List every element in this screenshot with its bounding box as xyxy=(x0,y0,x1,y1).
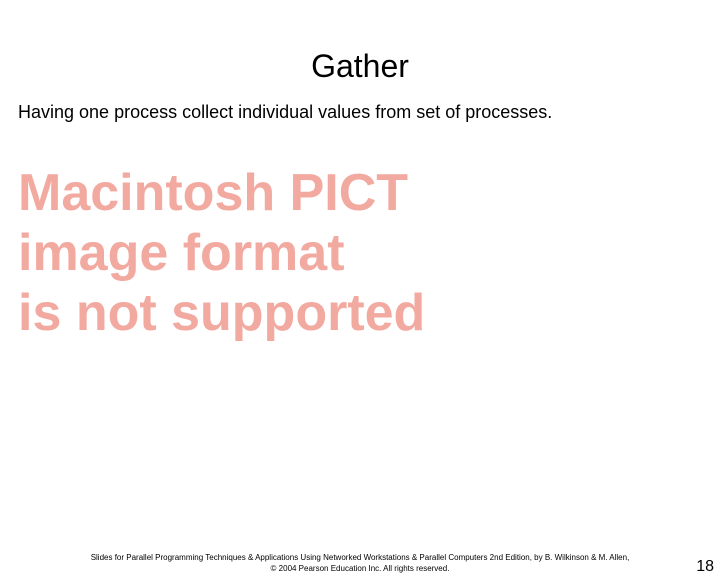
footer-line-1: Slides for Parallel Programming Techniqu… xyxy=(40,553,680,563)
pict-placeholder: Macintosh PICT image format is not suppo… xyxy=(18,164,720,343)
page-number: 18 xyxy=(696,558,714,576)
placeholder-line-2: image format xyxy=(18,224,720,284)
slide-body-text: Having one process collect individual va… xyxy=(18,101,680,124)
footer: Slides for Parallel Programming Techniqu… xyxy=(0,553,720,574)
placeholder-line-3: is not supported xyxy=(18,284,720,344)
placeholder-line-1: Macintosh PICT xyxy=(18,164,720,224)
slide-title: Gather xyxy=(0,48,720,85)
footer-line-2: © 2004 Pearson Education Inc. All rights… xyxy=(40,564,680,574)
